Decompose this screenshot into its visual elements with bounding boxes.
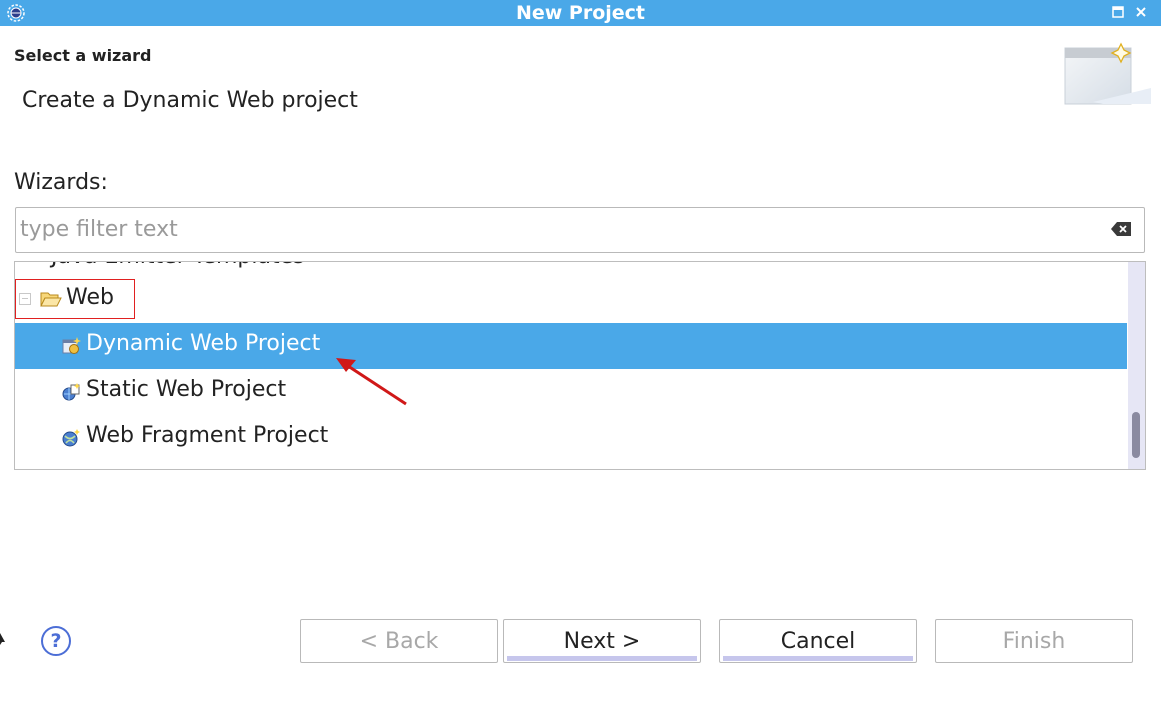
default-button-indicator	[507, 656, 697, 661]
next-button[interactable]: Next >	[503, 619, 701, 663]
tree-item-label: Web Fragment Project	[86, 423, 329, 448]
wizard-tree[interactable]: Java Emitter Templates Web Dynamic Web P…	[14, 261, 1146, 470]
maximize-icon	[1112, 6, 1124, 18]
maximize-button[interactable]	[1108, 3, 1128, 23]
header-title: Select a wizard	[14, 46, 152, 65]
filter-input[interactable]	[20, 214, 1100, 244]
close-icon	[1136, 7, 1146, 17]
tree-item-label: Static Web Project	[86, 377, 287, 402]
new-project-banner-icon	[1064, 42, 1151, 105]
web-fragment-project-icon	[62, 429, 80, 447]
help-icon[interactable]: ?	[41, 626, 71, 656]
filter-field	[15, 207, 1145, 253]
tree-scrollbar[interactable]	[1128, 262, 1145, 469]
back-button[interactable]: < Back	[300, 619, 498, 663]
scrollbar-thumb[interactable]	[1132, 412, 1140, 458]
tree-item-web-fragment-project[interactable]: Web Fragment Project	[15, 415, 1127, 461]
annotation-highlight-box	[15, 279, 135, 319]
annotation-arrow-icon	[336, 358, 407, 406]
cancel-button-label: Cancel	[780, 629, 856, 654]
next-button-label: Next >	[563, 629, 641, 654]
finish-button[interactable]: Finish	[935, 619, 1133, 663]
wizard-header: Select a wizard Create a Dynamic Web pro…	[0, 26, 1161, 142]
tree-item-label: Dynamic Web Project	[86, 331, 321, 356]
tree-category-web[interactable]: Web	[15, 277, 1127, 323]
wizards-label: Wizards:	[14, 170, 108, 195]
mouse-pointer-icon	[0, 633, 5, 645]
window-title: New Project	[515, 2, 646, 24]
button-focus-indicator	[723, 656, 913, 661]
finish-button-label: Finish	[1002, 629, 1066, 654]
clear-filter-icon[interactable]	[1110, 221, 1132, 237]
tree-item-static-web-project[interactable]: Static Web Project	[15, 369, 1127, 415]
dynamic-web-project-icon	[62, 337, 81, 354]
title-bar: New Project	[0, 0, 1161, 26]
back-button-label: < Back	[359, 629, 439, 654]
cancel-button[interactable]: Cancel	[719, 619, 917, 663]
static-web-project-icon	[62, 383, 80, 401]
header-description: Create a Dynamic Web project	[22, 88, 358, 113]
partial-tree-row[interactable]: Java Emitter Templates	[51, 262, 305, 269]
tree-item-dynamic-web-project[interactable]: Dynamic Web Project	[15, 323, 1127, 369]
close-button[interactable]	[1131, 3, 1151, 23]
